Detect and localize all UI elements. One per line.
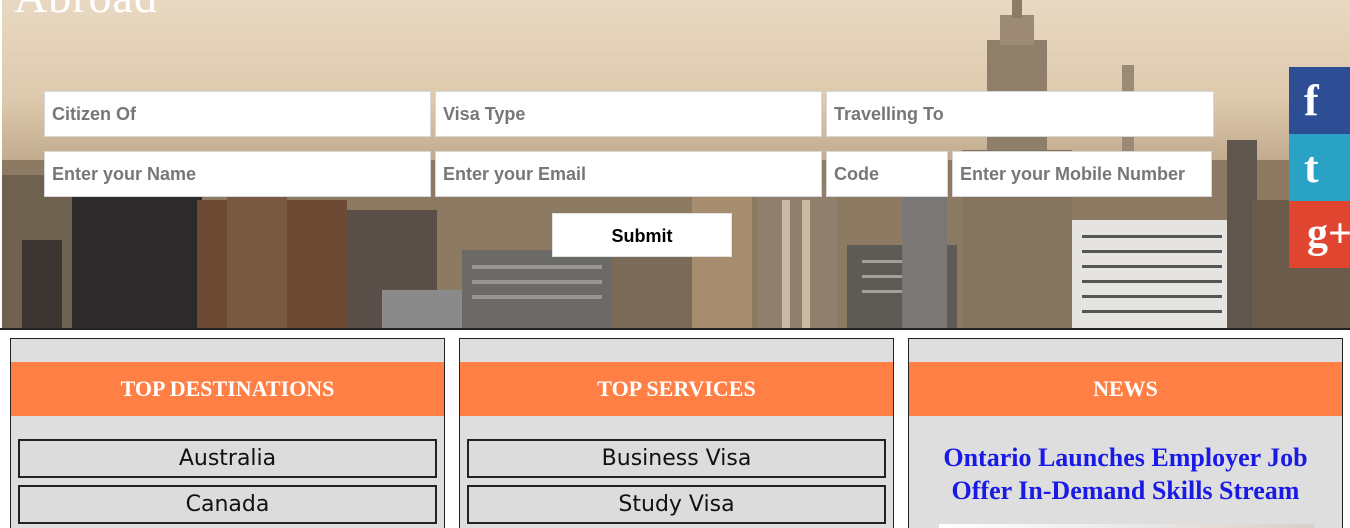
hero-banner: Abroad Citizen Of Visa Type Travelling T… [2,0,1350,330]
travelling-to-select[interactable]: Travelling To [826,91,1214,137]
email-input[interactable]: Enter your Email [435,151,822,197]
googleplus-icon[interactable]: g+ [1289,201,1350,268]
submit-button[interactable]: Submit [552,213,732,257]
news-headline-link[interactable]: Ontario Launches Employer Job Offer In-D… [909,441,1342,507]
panel-title: NEWS [909,362,1342,416]
panel-title: TOP SERVICES [460,362,893,416]
service-item-business-visa[interactable]: Business Visa [467,439,886,478]
top-destinations-panel: TOP DESTINATIONS Australia Canada [10,338,445,528]
hero-title: Abroad [14,0,158,23]
news-thumbnail [939,524,1314,528]
facebook-icon[interactable]: f [1289,67,1350,134]
destination-item-australia[interactable]: Australia [18,439,437,478]
country-code-input[interactable]: Code [826,151,948,197]
hero-divider [0,328,1350,330]
visa-type-select[interactable]: Visa Type [435,91,822,137]
news-panel: NEWS Ontario Launches Employer Job Offer… [908,338,1343,528]
destination-item-canada[interactable]: Canada [18,485,437,524]
service-item-study-visa[interactable]: Study Visa [467,485,886,524]
panel-title: TOP DESTINATIONS [11,362,444,416]
mobile-number-input[interactable]: Enter your Mobile Number [952,151,1212,197]
twitter-icon[interactable]: t [1289,134,1350,201]
name-input[interactable]: Enter your Name [44,151,431,197]
citizen-of-select[interactable]: Citizen Of [44,91,431,137]
top-services-panel: TOP SERVICES Business Visa Study Visa [459,338,894,528]
